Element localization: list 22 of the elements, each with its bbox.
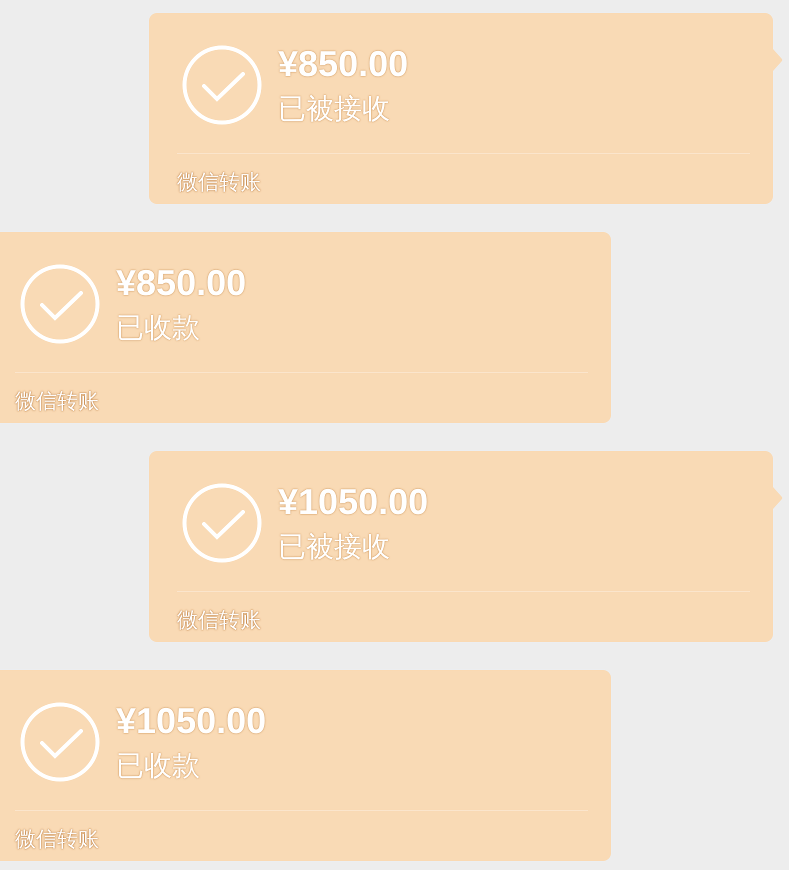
transfer-status: 已收款	[116, 311, 200, 345]
transfer-amount: ¥1050.00	[116, 702, 266, 740]
check-circle-icon	[182, 483, 262, 563]
transfer-source-label: 微信转账	[15, 827, 99, 853]
transfer-source-label: 微信转账	[177, 608, 261, 634]
check-circle-icon	[20, 264, 100, 344]
transfer-card[interactable]: ¥850.00 已收款 微信转账	[0, 232, 611, 423]
bubble-tail-icon	[773, 487, 783, 509]
transfer-status: 已收款	[116, 749, 200, 783]
transfer-amount: ¥850.00	[278, 45, 408, 83]
transfer-amount: ¥1050.00	[278, 483, 428, 521]
transfer-card[interactable]: ¥850.00 已被接收 微信转账	[149, 13, 773, 204]
check-circle-icon	[182, 45, 262, 125]
transfer-card[interactable]: ¥1050.00 已收款 微信转账	[0, 670, 611, 861]
transfer-amount: ¥850.00	[116, 264, 246, 302]
bubble-tail-icon	[773, 49, 783, 71]
check-circle-icon	[20, 702, 100, 782]
transfer-status: 已被接收	[278, 530, 390, 564]
transfer-status: 已被接收	[278, 92, 390, 126]
transfer-card[interactable]: ¥1050.00 已被接收 微信转账	[149, 451, 773, 642]
transfer-source-label: 微信转账	[177, 170, 261, 196]
transfer-source-label: 微信转账	[15, 389, 99, 415]
